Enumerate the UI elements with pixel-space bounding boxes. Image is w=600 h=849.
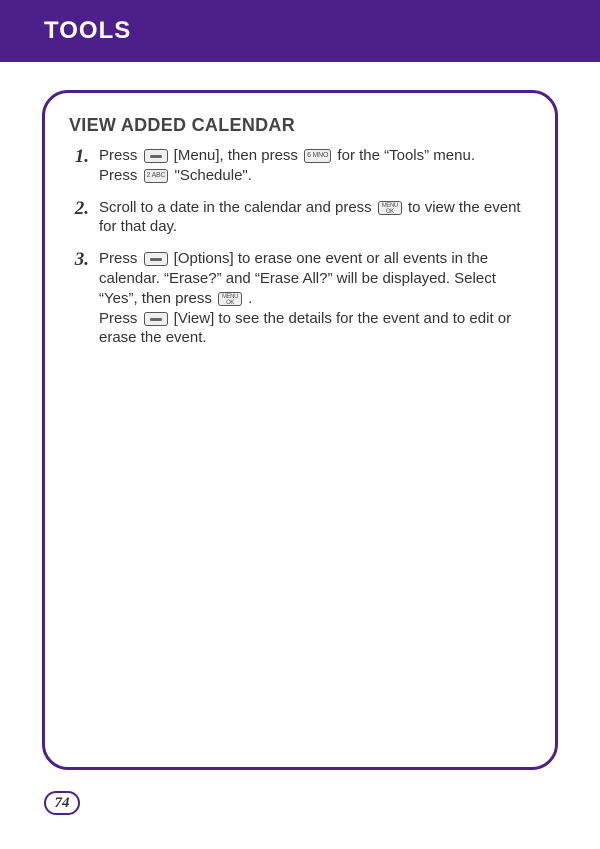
menu-ok-key-icon: MENUOK xyxy=(218,292,242,306)
step-text: [Menu], then press xyxy=(170,147,303,164)
step-list: 1.Press [Menu], then press 6 MNO for the… xyxy=(69,146,533,348)
step-number: 2. xyxy=(69,198,99,238)
step-text: Press xyxy=(99,310,142,327)
page: TOOLS VIEW ADDED CALENDAR 1.Press [Menu]… xyxy=(0,0,600,849)
step-text: "Schedule". xyxy=(170,167,252,184)
step-body: Scroll to a date in the calendar and pre… xyxy=(99,198,533,238)
step-number: 1. xyxy=(69,146,99,186)
step-number: 3. xyxy=(69,249,99,348)
step-text: for the “Tools” menu. xyxy=(333,147,475,164)
right-soft-key-icon xyxy=(144,312,168,326)
step: 3.Press [Options] to erase one event or … xyxy=(69,249,533,348)
key-2-icon: 2 ABC xyxy=(144,169,169,183)
key-6-icon: 6 MNO xyxy=(304,149,331,163)
page-number-badge: 74 xyxy=(44,791,80,815)
header-title: TOOLS xyxy=(44,17,131,45)
step-body: Press [Menu], then press 6 MNO for the “… xyxy=(99,146,475,186)
section-title: VIEW ADDED CALENDAR xyxy=(69,115,533,136)
step-text: . xyxy=(244,290,252,307)
content-panel: VIEW ADDED CALENDAR 1.Press [Menu], then… xyxy=(42,90,558,770)
step: 1.Press [Menu], then press 6 MNO for the… xyxy=(69,146,533,186)
header-bar: TOOLS xyxy=(0,0,600,62)
step-text: Press xyxy=(99,250,142,267)
left-soft-key-icon xyxy=(144,252,168,266)
step-body: Press [Options] to erase one event or al… xyxy=(99,249,533,348)
page-number: 74 xyxy=(55,795,70,812)
left-soft-key-icon xyxy=(144,149,168,163)
step: 2.Scroll to a date in the calendar and p… xyxy=(69,198,533,238)
step-text: Scroll to a date in the calendar and pre… xyxy=(99,199,376,216)
step-text: Press xyxy=(99,147,142,164)
step-text: Press xyxy=(99,167,142,184)
menu-ok-key-icon: MENUOK xyxy=(378,201,402,215)
